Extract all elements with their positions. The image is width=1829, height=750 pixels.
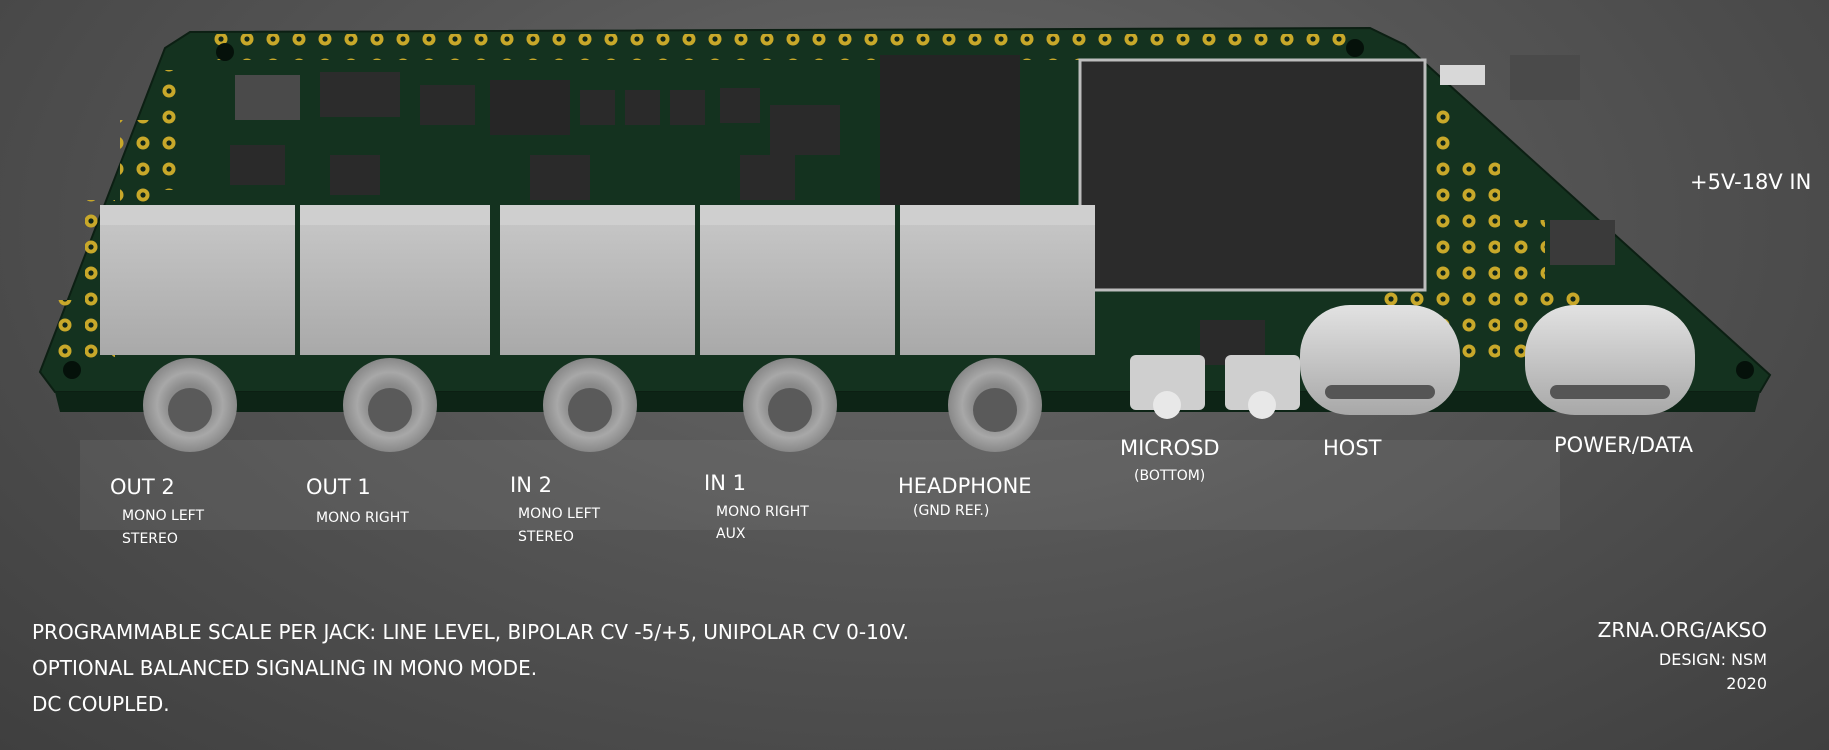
note-line-1: PROGRAMMABLE SCALE PER JACK: LINE LEVEL,… xyxy=(32,620,909,644)
in2-title: IN 2 xyxy=(510,473,552,497)
microsd-title: MICROSD xyxy=(1120,436,1220,460)
credits-design: DESIGN: NSM xyxy=(1658,650,1767,669)
audio-jacks xyxy=(100,205,1095,452)
credits-year: 2020 xyxy=(1726,674,1767,693)
headphone-sub1: (GND REF.) xyxy=(913,503,990,519)
jack-headphone xyxy=(900,205,1095,452)
out2-title: OUT 2 xyxy=(110,475,175,499)
note-line-2: OPTIONAL BALANCED SIGNALING IN MONO MODE… xyxy=(32,656,538,680)
out2-sub1: MONO LEFT xyxy=(122,508,205,524)
in1-sub1: MONO RIGHT xyxy=(716,504,809,520)
in2-sub2: STEREO xyxy=(518,529,574,545)
note-line-3: DC COUPLED. xyxy=(32,692,170,716)
microsd-sub1: (BOTTOM) xyxy=(1134,468,1206,484)
credits-url: ZRNA.ORG/AKSO xyxy=(1597,618,1767,642)
in2-sub1: MONO LEFT xyxy=(518,506,601,522)
out1-title: OUT 1 xyxy=(306,475,371,499)
jack-in1 xyxy=(700,205,895,452)
jack-in2 xyxy=(500,205,695,452)
label-vin: +5V-18V IN xyxy=(1690,170,1812,194)
out1-sub1: MONO RIGHT xyxy=(316,510,409,526)
jack-out1 xyxy=(300,205,490,452)
headphone-title: HEADPHONE xyxy=(898,474,1032,498)
in1-title: IN 1 xyxy=(704,471,746,495)
in1-sub2: AUX xyxy=(716,526,746,542)
label-host: HOST xyxy=(1323,436,1382,460)
label-power-data: POWER/DATA xyxy=(1554,433,1693,457)
jack-out2 xyxy=(100,205,295,452)
out2-sub2: STEREO xyxy=(122,531,178,547)
